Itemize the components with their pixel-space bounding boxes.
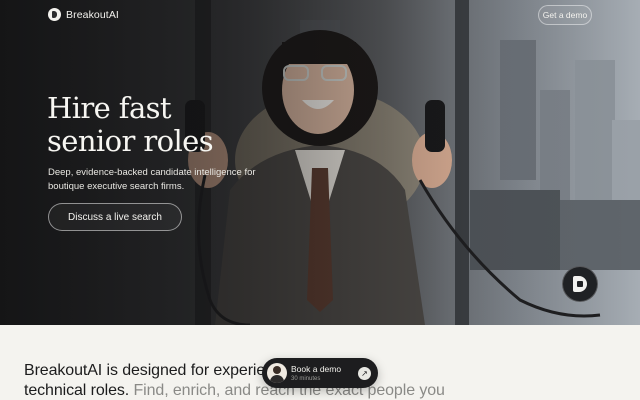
breakout-logo-icon <box>573 276 587 292</box>
hero-subtitle: Deep, evidence-backed candidate intellig… <box>48 167 256 192</box>
hero-title: Hire fast senior roles <box>47 92 287 158</box>
brand-name: BreakoutAI <box>66 8 119 21</box>
brand-logo[interactable]: BreakoutAI <box>48 8 119 21</box>
top-nav: BreakoutAI Get a demo <box>0 0 640 32</box>
discuss-live-search-button[interactable]: Discuss a live search <box>48 203 182 231</box>
hero-section: BreakoutAI Get a demo Hire fast senior r… <box>0 0 640 325</box>
avatar <box>267 363 287 383</box>
intro-line-2-dark: technical roles. <box>24 382 130 399</box>
book-demo-title: Book a demo <box>291 364 342 374</box>
arrow-up-right-icon: ↗ <box>358 367 371 380</box>
book-demo-duration: 30 minutes <box>291 376 321 382</box>
chat-launcher-button[interactable] <box>562 266 598 302</box>
hero-title-line-2: senior roles <box>47 124 214 158</box>
breakout-logo-icon <box>48 8 61 21</box>
hero-title-line-1: Hire fast <box>47 91 172 125</box>
get-a-demo-button[interactable]: Get a demo <box>538 5 592 25</box>
hero-overlay <box>0 0 640 325</box>
book-demo-pill[interactable]: Book a demo 30 minutes ↗ <box>262 358 378 388</box>
